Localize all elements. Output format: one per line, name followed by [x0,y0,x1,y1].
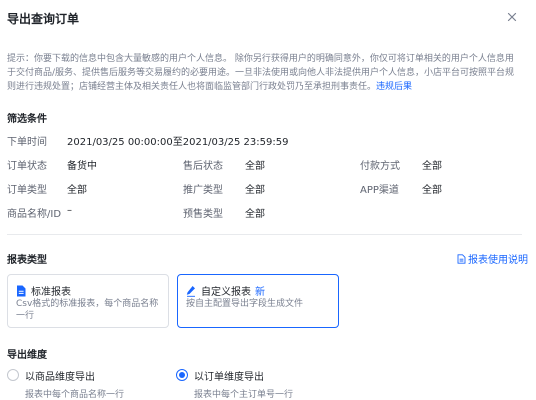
order-status-label: 订单状态 [7,161,47,172]
privacy-notice: 提示：你要下载的信息中包含大量敏感的用户个人信息。 除你另行获得用户的明确同意外… [7,52,521,94]
report-type-section-title: 报表类型 [7,255,47,266]
pen-icon [186,285,195,297]
close-button[interactable] [505,10,519,24]
export-by-order-desc: 报表中每个主订单号一行 [194,390,294,400]
custom-report-desc: 按自主配置导出字段生成文件 [186,299,304,309]
promotion-type-label: 推广类型 [183,185,223,196]
payment-method-label: 付款方式 [360,161,400,172]
standard-report-desc: Csv格式的标准报表，每个商品名称一行 [16,299,159,321]
order-time-value: 2021/03/25 00:00:00至2021/03/25 23:59:59 [67,137,289,148]
after-sale-status-label: 售后状态 [183,161,223,172]
custom-report-card[interactable]: 自定义报表 新 按自主配置导出字段生成文件 [177,274,339,328]
export-by-product-option[interactable]: 以商品维度导出 报表中每个商品名称一行 [7,368,124,400]
order-type-label: 订单类型 [7,185,47,196]
app-channel-value: 全部 [422,185,442,196]
standard-report-title: 标准报表 [31,287,71,298]
standard-report-card[interactable]: 标准报表 Csv格式的标准报表，每个商品名称一行 [7,274,169,328]
payment-method-value: 全部 [422,161,442,172]
product-name-label: 商品名称/ID [7,209,62,220]
export-by-product-desc: 报表中每个商品名称一行 [25,390,125,400]
presale-type-label: 预售类型 [183,209,223,220]
dialog-title: 导出查询订单 [7,12,80,26]
app-channel-label: APP渠道 [360,185,399,196]
after-sale-status-value: 全部 [245,161,265,172]
filters-section-title: 筛选条件 [7,114,47,125]
export-by-order-label: 以订单维度导出 [194,372,264,383]
export-by-product-label: 以商品维度导出 [25,372,95,383]
export-by-order-radio[interactable] [176,369,188,381]
export-by-order-option[interactable]: 以订单维度导出 报表中每个主订单号一行 [176,368,293,400]
product-name-value: – [67,205,72,216]
report-usage-help-label: 报表使用说明 [468,255,528,266]
report-usage-help-link[interactable]: 报表使用说明 [457,251,528,266]
new-badge: 新 [255,287,265,298]
presale-type-value: 全部 [245,209,265,220]
file-icon [17,285,26,296]
promotion-type-value: 全部 [245,185,265,196]
export-dimension-section-title: 导出维度 [7,350,47,361]
order-time-label: 下单时间 [7,137,47,148]
order-status-value: 备货中 [67,161,97,172]
violation-consequences-link[interactable]: 违规后果 [376,82,412,92]
document-icon [457,253,466,264]
close-icon [507,12,517,22]
section-divider [7,234,522,235]
order-type-value: 全部 [67,185,87,196]
notice-text: 提示：你要下载的信息中包含大量敏感的用户个人信息。 除你另行获得用户的明确同意外… [7,54,515,92]
custom-report-title: 自定义报表 [201,287,251,298]
export-by-product-radio[interactable] [7,369,19,381]
